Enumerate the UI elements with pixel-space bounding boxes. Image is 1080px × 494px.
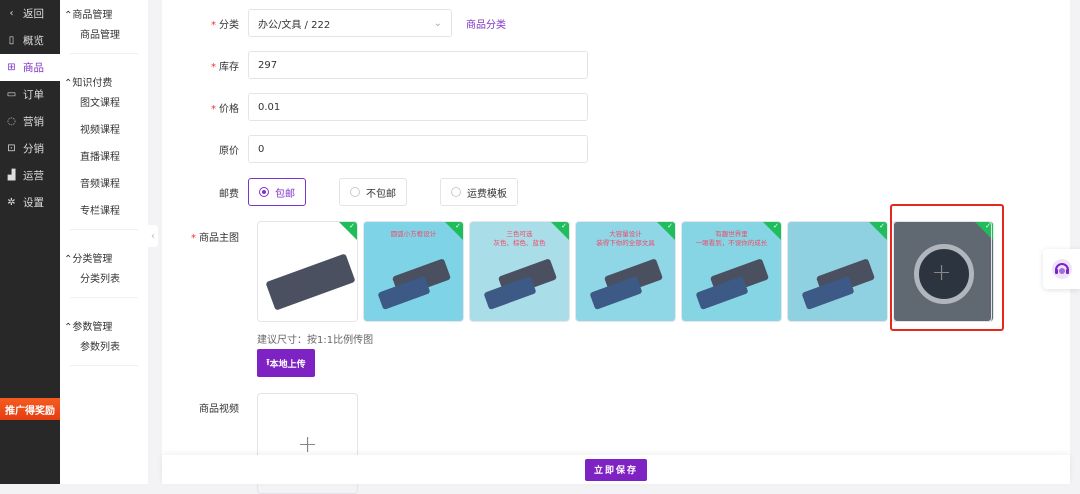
stock-label: * 库存 [211,61,239,73]
nav-item-label: 订单 [23,89,44,101]
price-input[interactable]: 0.01 [248,93,588,121]
submenu-group: ⌃知识付费图文课程 视频课程 直播课程 音频课程 专栏课程 [64,54,138,230]
submenu-group: ⌃参数管理参数列表 [64,298,138,366]
nav-item-label: 运营 [23,170,44,182]
check-icon: ✓ [349,222,355,230]
product-image-thumb[interactable]: ✓ [787,221,888,322]
submenu-item[interactable]: 直播课程 [70,148,138,175]
nav-item-6[interactable]: ▟ 运营 [0,162,60,189]
submenu-item[interactable]: 图文课程 [70,94,138,121]
gear-icon: ✲ [7,197,16,208]
chevron-down-icon: ⌄ [433,17,442,29]
product-category-link[interactable]: 商品分类 [466,16,506,31]
promo-banner[interactable]: 推广得奖励 [0,398,60,420]
product-image-thumb[interactable]: ✓ [257,221,358,322]
nav-item-3[interactable]: ▭ 订单 [0,81,60,108]
shipping-free-radio[interactable]: 包邮 [248,178,306,206]
collapse-sidebar-button[interactable]: ‹ [148,225,158,247]
nav-item-5[interactable]: ⊡ 分销 [0,135,60,162]
bar-chart-icon: ▟ [7,170,16,181]
submenu-group-title[interactable]: ⌃参数管理 [64,318,138,333]
category-label: * 分类 [211,19,239,31]
main-image-label: * 商品主图 [191,233,239,244]
submenu-item[interactable]: 参数列表 [70,338,138,365]
submenu-group-title[interactable]: ⌃知识付费 [64,74,138,89]
original-price-input[interactable]: 0 [248,135,588,163]
highlight-box [890,204,1004,331]
chevron-left-icon: ‹ [9,8,14,19]
footer-bar: 立即保存 [162,455,1070,484]
submenu-item[interactable]: 专栏课程 [70,202,138,229]
nav-item-4[interactable]: ◌ 营销 [0,108,60,135]
target-icon: ◌ [7,116,16,127]
product-image-thumb[interactable]: 圆弧小方框设计 ✓ [363,221,464,322]
check-icon: ✓ [561,222,567,230]
nav-item-0[interactable]: ‹ 返回 [0,0,60,27]
submenu-group-title[interactable]: ⌃分类管理 [64,250,138,265]
nav-item-label: 设置 [23,197,44,209]
stock-input[interactable]: 297 [248,51,588,79]
check-icon: ✓ [773,222,779,230]
shipping-template-radio[interactable]: 运费模板 [440,178,518,206]
product-form: * 分类 办公/文具 / 222 ⌄ 商品分类 * 库存 297 * 价格 0.01 原… [162,0,1070,494]
product-image-thumb[interactable]: 三色可选 灰色、棕色、蓝色 ✓ [469,221,570,322]
check-icon: ✓ [667,222,673,230]
original-price-label: 原价 [219,145,239,157]
submenu-group-title[interactable]: ⌃商品管理 [64,6,138,21]
sub-menu: ⌃商品管理 商品管理 ⌃知识付费 图文课程 视频课程 直播课程 音频课程 专栏课程 ⌃分类管理分… [60,0,148,484]
customer-service-icon[interactable] [1043,249,1080,289]
image-size-tip: 建议尺寸：按1:1比例传图 [257,335,374,346]
nav-item-label: 商品 [23,62,44,74]
overview-icon: ▯ [8,35,15,46]
share-icon: ⊡ [7,143,16,154]
submenu-group: ⌃商品管理商品管理 [64,0,138,54]
shipping-paid-radio[interactable]: 不包邮 [339,178,407,206]
category-select[interactable]: 办公/文具 / 222 ⌄ [248,9,452,37]
nav-item-2[interactable]: ⊞ 商品 [0,54,60,81]
folder-icon: ▭ [6,89,17,100]
product-image-thumb[interactable]: 有趣世界里 一眼看到，不误你的成长 ✓ [681,221,782,322]
gift-icon: ⊞ [7,62,16,73]
nav-item-7[interactable]: ✲ 设置 [0,189,60,216]
submenu-item[interactable]: 视频课程 [70,121,138,148]
local-upload-button[interactable]: ⭱ 本地上传 [257,349,315,377]
nav-item-label: 营销 [23,116,44,128]
submenu-item[interactable]: 分类列表 [70,270,138,297]
product-image-thumb[interactable]: 大容量设计 装得下你的全部文具 ✓ [575,221,676,322]
shipping-label: 邮费 [219,188,239,200]
check-icon: ✓ [879,222,885,230]
nav-item-label: 概览 [23,35,44,47]
submenu-group: ⌃分类管理分类列表 [64,230,138,298]
nav-item-label: 分销 [23,143,44,155]
submenu-item[interactable]: 商品管理 [70,26,138,53]
save-button[interactable]: 立即保存 [585,458,647,481]
check-icon: ✓ [455,222,461,230]
price-label: * 价格 [211,103,239,115]
nav-item-1[interactable]: ▯ 概览 [0,27,60,54]
video-label: 商品视频 [199,404,239,415]
nav-item-label: 返回 [23,8,44,20]
submenu-item[interactable]: 音频课程 [70,175,138,202]
